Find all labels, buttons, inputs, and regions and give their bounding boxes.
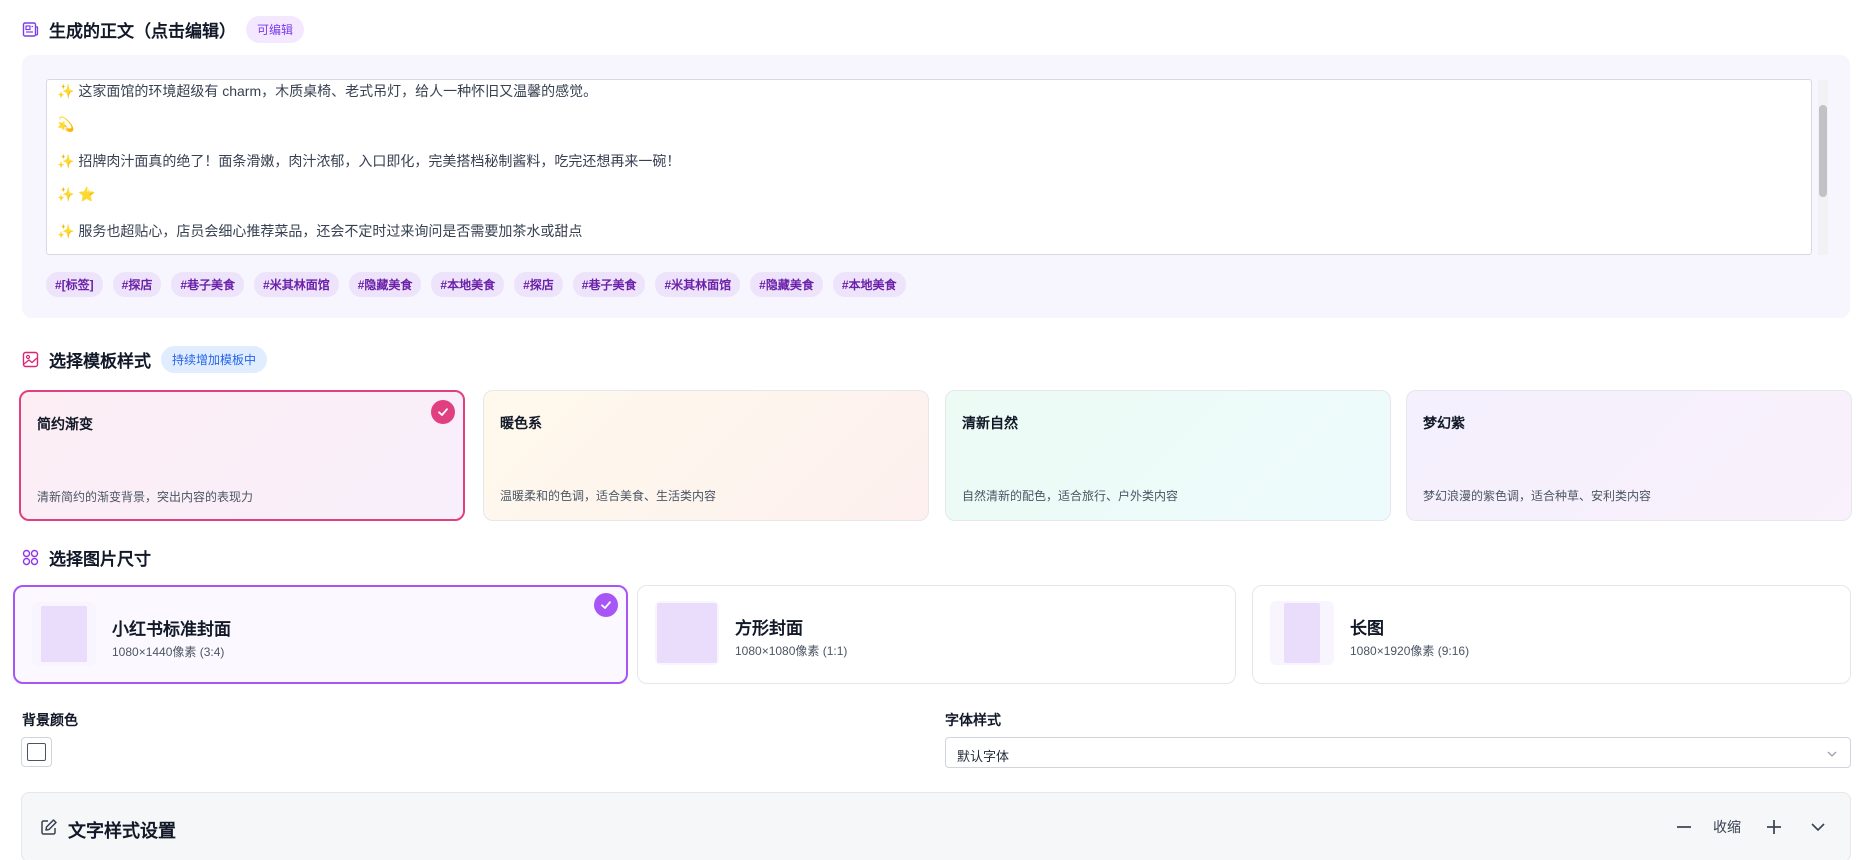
font-style-value: 默认字体: [957, 749, 1010, 764]
hashtag[interactable]: #隐藏美食: [750, 272, 823, 297]
template-section-title: 选择模板样式: [49, 352, 151, 371]
hashtag[interactable]: #巷子美食: [171, 272, 245, 297]
editor-line: 💫: [57, 116, 75, 132]
content-panel: ✨ 这家面馆的环境超级有 charm，木质桌椅、老式吊灯，给人一种怀旧又温馨的感…: [22, 55, 1850, 318]
template-card-fresh[interactable]: 清新自然 自然清新的配色，适合旅行、户外类内容: [945, 390, 1391, 521]
grid-icon: [22, 549, 39, 566]
hashtag[interactable]: #探店: [112, 272, 162, 297]
hashtag[interactable]: #本地美食: [832, 272, 906, 297]
size-name: 长图: [1350, 619, 1384, 638]
editor-scroll-thumb[interactable]: [1819, 105, 1827, 197]
size-section-title: 选择图片尺寸: [49, 550, 151, 569]
size-name: 方形封面: [735, 619, 803, 638]
template-name: 暖色系: [500, 415, 542, 431]
font-style-label: 字体样式: [945, 712, 1001, 728]
chevron-down-icon: [1827, 751, 1837, 757]
selected-check-icon: [594, 593, 618, 617]
template-name: 梦幻紫: [1423, 415, 1465, 431]
editor-line: ✨ 招牌肉汁面真的绝了！面条滑嫩，肉汁浓郁，入口即化，完美搭档秘制酱料，吃完还想…: [57, 153, 681, 169]
editor-scrollbar[interactable]: [1818, 80, 1828, 255]
plus-icon[interactable]: [1765, 818, 1783, 836]
template-name: 简约渐变: [37, 416, 93, 432]
size-section-header: 选择图片尺寸: [22, 545, 151, 570]
template-card-warm[interactable]: 暖色系 温暖柔和的色调，适合美食、生活类内容: [483, 390, 929, 521]
hashtag[interactable]: #隐藏美食: [348, 272, 422, 297]
size-preview: [1270, 601, 1334, 665]
size-preview: [32, 602, 96, 666]
edit-icon: [41, 819, 57, 835]
size-card-long[interactable]: 长图 1080×1920像素 (9:16): [1252, 585, 1851, 684]
hashtag[interactable]: #巷子美食: [572, 272, 646, 297]
size-dim: 1080×1440像素 (3:4): [112, 645, 225, 659]
editor-line: ✨ 服务也超贴心，店员会细心推荐菜品，还会不定时过来询问是否需要加茶水或甜点: [57, 223, 583, 239]
hashtag[interactable]: #米其林面馆: [655, 272, 741, 297]
size-card-xiaohongshu-cover[interactable]: 小红书标准封面 1080×1440像素 (3:4): [13, 585, 628, 684]
text-style-controls: 收缩: [1675, 817, 1827, 837]
hashtag[interactable]: #米其林面馆: [254, 272, 339, 297]
image-icon: [22, 351, 39, 368]
template-desc: 温暖柔和的色调，适合美食、生活类内容: [500, 489, 717, 503]
hashtag[interactable]: #探店: [514, 272, 563, 297]
size-name: 小红书标准封面: [112, 620, 231, 639]
template-card-gradient[interactable]: 简约渐变 清新简约的渐变背景，突出内容的表现力: [19, 390, 465, 521]
template-desc: 自然清新的配色，适合旅行、户外类内容: [962, 489, 1179, 503]
background-color-picker[interactable]: [21, 737, 52, 767]
hashtag[interactable]: #本地美食: [431, 272, 505, 297]
editor-line: ✨ ⭐: [57, 186, 96, 202]
template-desc: 梦幻浪漫的紫色调，适合种草、安利类内容: [1423, 489, 1652, 503]
editor-line: ✨ 这家面馆的环境超级有 charm，木质桌椅、老式吊灯，给人一种怀旧又温馨的感…: [57, 83, 598, 99]
size-preview: [655, 601, 719, 665]
minus-icon[interactable]: [1675, 818, 1693, 836]
content-section-header: 生成的正文（点击编辑） 可编辑: [22, 16, 305, 43]
tag-list: #[标签] #探店 #巷子美食 #米其林面馆 #隐藏美食 #本地美食 #探店 #…: [46, 272, 906, 297]
template-desc: 清新简约的渐变背景，突出内容的表现力: [37, 490, 254, 504]
chevron-down-icon[interactable]: [1809, 818, 1827, 836]
font-style-select[interactable]: 默认字体: [945, 737, 1851, 768]
template-card-dreamy-purple[interactable]: 梦幻紫 梦幻浪漫的紫色调，适合种草、安利类内容: [1406, 390, 1852, 521]
template-name: 清新自然: [962, 415, 1018, 431]
color-swatch: [27, 743, 46, 761]
collapse-button[interactable]: 收缩: [1713, 817, 1741, 837]
template-badge: 持续增加模板中: [161, 346, 268, 373]
document-icon: [22, 22, 39, 37]
template-section-header: 选择模板样式 持续增加模板中: [22, 346, 268, 373]
hashtag[interactable]: #[标签]: [46, 272, 103, 297]
editable-badge: 可编辑: [246, 16, 305, 43]
content-section-title: 生成的正文（点击编辑）: [49, 22, 236, 41]
content-editor[interactable]: ✨ 这家面馆的环境超级有 charm，木质桌椅、老式吊灯，给人一种怀旧又温馨的感…: [46, 79, 1812, 255]
size-dim: 1080×1080像素 (1:1): [735, 644, 848, 658]
size-card-square[interactable]: 方形封面 1080×1080像素 (1:1): [637, 585, 1236, 684]
background-color-label: 背景颜色: [22, 712, 78, 728]
size-dim: 1080×1920像素 (9:16): [1350, 644, 1470, 658]
text-style-panel: 文字样式设置 收缩: [21, 792, 1851, 860]
text-style-title: 文字样式设置: [68, 821, 176, 841]
selected-check-icon: [431, 400, 455, 424]
